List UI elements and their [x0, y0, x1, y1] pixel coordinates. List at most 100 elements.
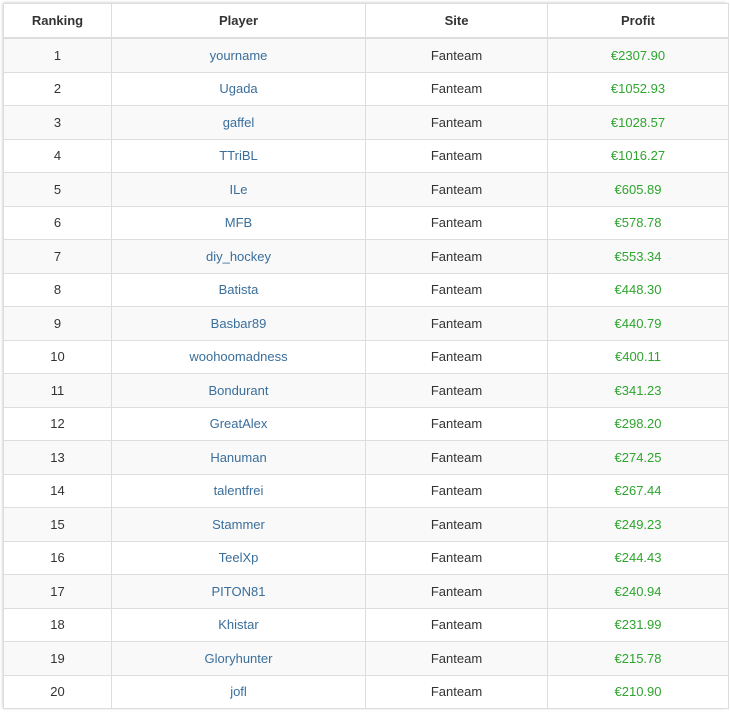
player-link[interactable]: yourname: [210, 48, 268, 63]
header-player[interactable]: Player: [111, 3, 366, 39]
site-cell: Fanteam: [365, 473, 548, 508]
player-link[interactable]: Basbar89: [211, 316, 267, 331]
profit-cell: €267.44: [547, 473, 729, 508]
site-cell: Fanteam: [365, 339, 548, 374]
rank-cell: 9: [3, 306, 112, 341]
rank-cell: 4: [3, 138, 112, 173]
site-cell: Fanteam: [365, 574, 548, 609]
rank-cell: 6: [3, 205, 112, 240]
profit-cell: €440.79: [547, 306, 729, 341]
rank-cell: 19: [3, 641, 112, 676]
header-ranking[interactable]: Ranking: [3, 3, 112, 39]
player-cell: ILe: [111, 172, 366, 207]
rank-cell: 15: [3, 507, 112, 542]
site-cell: Fanteam: [365, 540, 548, 575]
rank-cell: 17: [3, 574, 112, 609]
site-cell: Fanteam: [365, 105, 548, 140]
player-cell: diy_hockey: [111, 239, 366, 274]
leaderboard-table-container: Ranking Player Site Profit 1 yourname Fant…: [3, 3, 729, 709]
player-link[interactable]: woohoomadness: [189, 349, 287, 364]
profit-cell: €553.34: [547, 239, 729, 274]
player-cell: TeelXp: [111, 540, 366, 575]
table-row: 12 GreatAlex Fanteam €298.20: [3, 406, 729, 441]
site-cell: Fanteam: [365, 607, 548, 642]
player-link[interactable]: jofl: [230, 684, 247, 699]
profit-cell: €298.20: [547, 406, 729, 441]
player-cell: Stammer: [111, 507, 366, 542]
rank-cell: 5: [3, 172, 112, 207]
table-row: 1 yourname Fanteam €2307.90: [3, 37, 729, 73]
player-link[interactable]: TeelXp: [219, 550, 259, 565]
player-link[interactable]: PITON81: [212, 584, 266, 599]
table-row: 18 Khistar Fanteam €231.99: [3, 607, 729, 642]
table-row: 9 Basbar89 Fanteam €440.79: [3, 306, 729, 341]
profit-cell: €210.90: [547, 674, 729, 709]
player-link[interactable]: diy_hockey: [206, 249, 271, 264]
rank-cell: 1: [3, 37, 112, 73]
site-cell: Fanteam: [365, 138, 548, 173]
rank-cell: 10: [3, 339, 112, 374]
player-cell: gaffel: [111, 105, 366, 140]
rank-cell: 8: [3, 272, 112, 307]
player-link[interactable]: Hanuman: [210, 450, 266, 465]
player-cell: jofl: [111, 674, 366, 709]
player-cell: Khistar: [111, 607, 366, 642]
site-cell: Fanteam: [365, 406, 548, 441]
rank-cell: 11: [3, 373, 112, 408]
player-link[interactable]: MFB: [225, 215, 252, 230]
player-link[interactable]: Khistar: [218, 617, 258, 632]
player-cell: Ugada: [111, 71, 366, 106]
player-cell: Gloryhunter: [111, 641, 366, 676]
player-cell: Batista: [111, 272, 366, 307]
profit-cell: €274.25: [547, 440, 729, 475]
player-link[interactable]: talentfrei: [214, 483, 264, 498]
player-cell: TTriBL: [111, 138, 366, 173]
table-row: 20 jofl Fanteam €210.90: [3, 674, 729, 709]
site-cell: Fanteam: [365, 507, 548, 542]
table-row: 6 MFB Fanteam €578.78: [3, 205, 729, 240]
site-cell: Fanteam: [365, 239, 548, 274]
profit-cell: €240.94: [547, 574, 729, 609]
profit-cell: €2307.90: [547, 37, 729, 73]
player-cell: talentfrei: [111, 473, 366, 508]
player-link[interactable]: Gloryhunter: [205, 651, 273, 666]
profit-cell: €1028.57: [547, 105, 729, 140]
table-row: 11 Bondurant Fanteam €341.23: [3, 373, 729, 408]
profit-cell: €215.78: [547, 641, 729, 676]
player-link[interactable]: Stammer: [212, 517, 265, 532]
player-link[interactable]: ILe: [229, 182, 247, 197]
rank-cell: 16: [3, 540, 112, 575]
leaderboard-table: Ranking Player Site Profit 1 yourname Fant…: [3, 3, 729, 709]
header-profit[interactable]: Profit: [547, 3, 729, 39]
player-link[interactable]: Batista: [219, 282, 259, 297]
player-link[interactable]: TTriBL: [219, 148, 258, 163]
site-cell: Fanteam: [365, 37, 548, 73]
profit-cell: €244.43: [547, 540, 729, 575]
rank-cell: 12: [3, 406, 112, 441]
rank-cell: 20: [3, 674, 112, 709]
profit-cell: €231.99: [547, 607, 729, 642]
profit-cell: €1052.93: [547, 71, 729, 106]
player-link[interactable]: GreatAlex: [210, 416, 268, 431]
site-cell: Fanteam: [365, 172, 548, 207]
table-row: 7 diy_hockey Fanteam €553.34: [3, 239, 729, 274]
table-row: 3 gaffel Fanteam €1028.57: [3, 105, 729, 140]
player-cell: yourname: [111, 37, 366, 73]
site-cell: Fanteam: [365, 641, 548, 676]
rank-cell: 7: [3, 239, 112, 274]
table-row: 13 Hanuman Fanteam €274.25: [3, 440, 729, 475]
table-row: 15 Stammer Fanteam €249.23: [3, 507, 729, 542]
table-row: 10 woohoomadness Fanteam €400.11: [3, 339, 729, 374]
player-cell: woohoomadness: [111, 339, 366, 374]
header-site[interactable]: Site: [365, 3, 548, 39]
rank-cell: 18: [3, 607, 112, 642]
player-link[interactable]: gaffel: [223, 115, 255, 130]
player-cell: Hanuman: [111, 440, 366, 475]
player-link[interactable]: Ugada: [219, 81, 257, 96]
table-row: 8 Batista Fanteam €448.30: [3, 272, 729, 307]
rank-cell: 3: [3, 105, 112, 140]
table-body: 1 yourname Fanteam €2307.90 2 Ugada Fanteam €10…: [3, 37, 729, 709]
site-cell: Fanteam: [365, 272, 548, 307]
player-link[interactable]: Bondurant: [209, 383, 269, 398]
rank-cell: 13: [3, 440, 112, 475]
